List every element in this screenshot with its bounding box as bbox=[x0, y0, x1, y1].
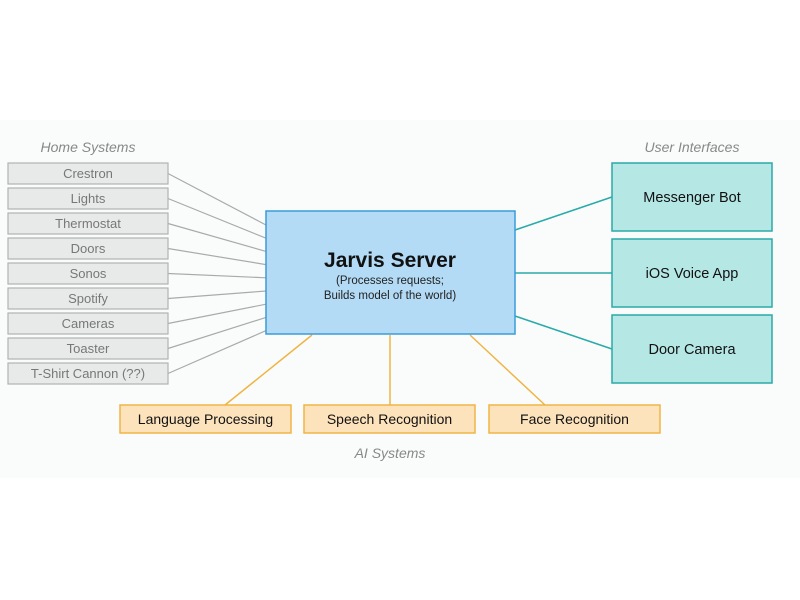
server-title: Jarvis Server bbox=[324, 249, 456, 272]
home-node-label: T-Shirt Cannon (??) bbox=[31, 366, 145, 381]
ai-node-label: Speech Recognition bbox=[327, 411, 452, 427]
user-interfaces-label: User Interfaces bbox=[645, 139, 740, 155]
jarvis-server-node bbox=[265, 210, 516, 335]
server-description-line1: (Processes requests; bbox=[336, 275, 444, 287]
home-node-label: Toaster bbox=[67, 341, 110, 356]
ui-node-label: Messenger Bot bbox=[643, 190, 741, 206]
ai-node-label: Face Recognition bbox=[520, 411, 629, 427]
home-node-label: Crestron bbox=[63, 166, 113, 181]
home-node-label: Lights bbox=[71, 191, 106, 206]
ui-node-label: Door Camera bbox=[648, 342, 736, 358]
home-node-label: Spotify bbox=[68, 291, 108, 306]
home-node-label: Cameras bbox=[62, 316, 115, 331]
home-node-label: Thermostat bbox=[55, 216, 121, 231]
ai-systems-label: AI Systems bbox=[354, 445, 426, 461]
ui-node-label: iOS Voice App bbox=[646, 266, 739, 282]
home-systems-label: Home Systems bbox=[41, 139, 136, 155]
home-node-label: Doors bbox=[71, 241, 106, 256]
diagram: Crestron Lights Thermostat Doors Sonos Spotif… bbox=[0, 120, 800, 478]
home-node-label: Sonos bbox=[70, 266, 107, 281]
ai-node-label: Language Processing bbox=[138, 411, 273, 427]
server-description-line2: Builds model of the world) bbox=[324, 290, 456, 302]
